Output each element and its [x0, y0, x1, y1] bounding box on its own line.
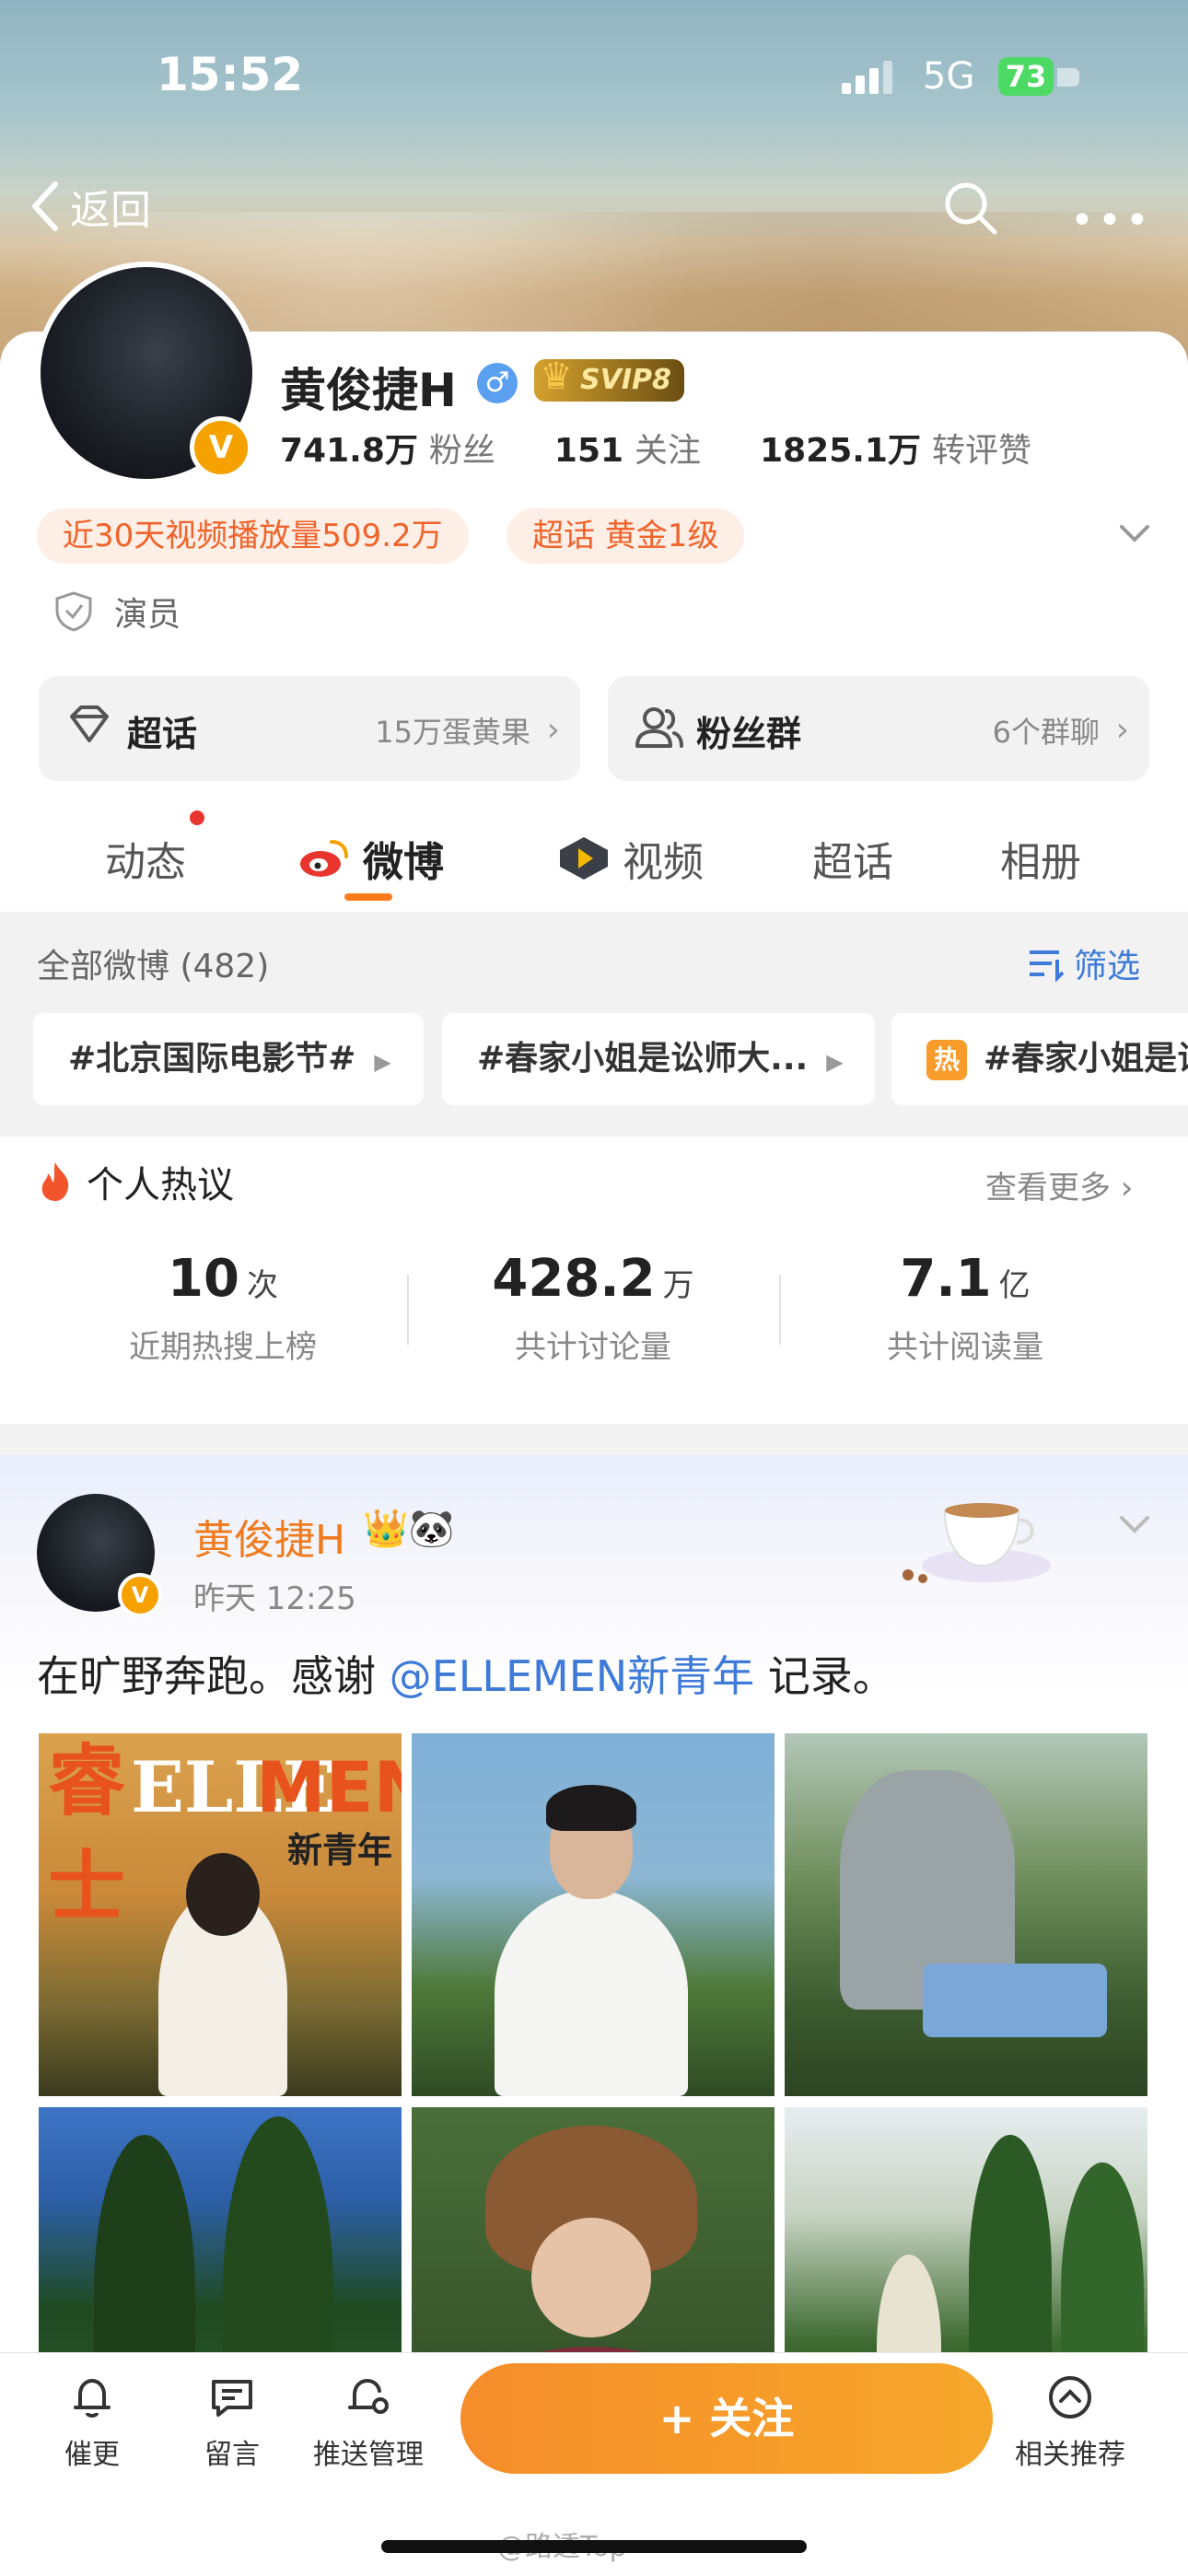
- chat-icon: [212, 2380, 252, 2417]
- hashtag-chip[interactable]: #春家小姐是讼师大... ▶: [442, 1013, 875, 1105]
- post-photo[interactable]: [412, 1733, 775, 2096]
- bell-settings-icon: [348, 2378, 389, 2414]
- video-icon: [560, 837, 608, 880]
- stat-interactions[interactable]: 1825.1万 转评赞: [760, 424, 1031, 472]
- coffee-cup-icon: [903, 1503, 1051, 1583]
- video-plays-pill[interactable]: 近30天视频播放量509.2万: [37, 508, 469, 564]
- signal-icon: [842, 59, 893, 94]
- recommend-label: 相关推荐: [1015, 2439, 1125, 2471]
- filter-button[interactable]: 筛选: [1026, 939, 1140, 987]
- fire-icon: [41, 1162, 69, 1201]
- tab-video[interactable]: 视频: [556, 829, 704, 888]
- role-row: 演员: [53, 588, 181, 635]
- stat-following[interactable]: 151 关注: [554, 424, 701, 472]
- tab-dynamic[interactable]: 动态: [105, 829, 186, 888]
- hashtag-label: #北京国际电影节#: [68, 1040, 356, 1078]
- push-settings-label: 推送管理: [313, 2439, 424, 2471]
- message-label: 留言: [204, 2439, 260, 2471]
- more-icon[interactable]: •••: [1070, 197, 1153, 244]
- tab-video-label: 视频: [623, 839, 704, 886]
- chevron-down-icon[interactable]: [1114, 516, 1155, 553]
- supertopic-sub: 15万蛋黄果: [375, 715, 530, 750]
- people-icon: [635, 707, 683, 748]
- metric-trending: 10 次 近期热搜上榜: [129, 1249, 317, 1366]
- shield-icon: [55, 591, 92, 632]
- post-time: 昨天 12:25: [193, 1580, 356, 1617]
- post-photo[interactable]: [785, 1733, 1147, 2096]
- back-label: 返回: [70, 187, 151, 234]
- network-label: 5G: [923, 55, 975, 98]
- crown-icon: ♛: [540, 356, 573, 398]
- role-label: 演员: [114, 596, 181, 634]
- message-button[interactable]: 留言: [204, 2372, 260, 2472]
- metric-discussion: 428.2 万 共计讨论量: [492, 1249, 694, 1366]
- mention-link[interactable]: @ELLEMEN新青年: [390, 1651, 755, 1701]
- hot-badge: 热: [926, 1040, 967, 1080]
- bell-icon: [74, 2379, 111, 2418]
- remind-button[interactable]: 催更: [64, 2372, 120, 2472]
- search-icon[interactable]: [941, 179, 1000, 238]
- fan-group-label: 粉丝群: [696, 714, 802, 754]
- tab-weibo[interactable]: 微博: [297, 829, 444, 888]
- hot-title-label: 个人热议: [87, 1164, 234, 1206]
- all-posts-header: 全部微博 (482): [37, 948, 270, 985]
- metric-reads: 7.1 亿 共计阅读量: [887, 1249, 1043, 1366]
- post-author[interactable]: 黄俊捷H: [193, 1507, 345, 1566]
- tab-weibo-label: 微博: [363, 839, 444, 886]
- push-settings-button[interactable]: 推送管理: [313, 2372, 424, 2472]
- post-text: 在旷野奔跑。感谢 @ELLEMEN新青年 记录。: [37, 1651, 895, 1701]
- supertopic-label: 超话: [127, 714, 198, 754]
- status-time: 15:52: [157, 48, 304, 101]
- fan-group-button[interactable]: 粉丝群 6个群聊 ›: [608, 676, 1149, 781]
- profile-stats: 741.8万 粉丝 151 关注 1825.1万 转评赞: [280, 424, 1031, 472]
- see-more-link[interactable]: 查看更多 ›: [985, 1162, 1133, 1207]
- supertopic-button[interactable]: 超话 15万蛋黄果 ›: [39, 676, 580, 781]
- chevron-up-circle-icon: [1049, 2376, 1091, 2419]
- fan-group-sub: 6个群聊: [992, 715, 1100, 750]
- verified-badge: V: [118, 1573, 162, 1617]
- hashtag-chip[interactable]: #北京国际电影节# ▶: [33, 1013, 424, 1105]
- caret-right-icon: ▶: [826, 1049, 844, 1075]
- chevron-down-icon[interactable]: [1114, 1507, 1155, 1544]
- battery-tip: [1057, 68, 1079, 87]
- hashtag-label: #春家小姐是讼: [984, 1040, 1188, 1078]
- weibo-logo-icon: [300, 840, 348, 877]
- battery-icon: 73: [998, 57, 1054, 96]
- gender-male-icon: ♂: [477, 363, 518, 403]
- chevron-right-icon: ›: [546, 711, 560, 749]
- verified-badge: V: [190, 416, 252, 479]
- stat-fans[interactable]: 741.8万 粉丝: [280, 424, 495, 472]
- filter-icon: [1030, 950, 1065, 982]
- profile-name: 黄俊捷H: [280, 364, 457, 417]
- hashtag-label: #春家小姐是讼师大...: [477, 1040, 809, 1078]
- follow-button[interactable]: + 关注: [460, 2363, 993, 2474]
- notification-dot: [190, 810, 204, 825]
- hot-discussion-title: 个人热议: [37, 1155, 234, 1208]
- supertopic-level-pill[interactable]: 超话 黄金1级: [507, 508, 745, 564]
- back-button[interactable]: 返回: [28, 177, 151, 236]
- caret-right-icon: ▶: [374, 1049, 391, 1075]
- active-tab-indicator: [344, 893, 392, 901]
- chevron-left-icon: [32, 181, 58, 231]
- chevron-right-icon: ›: [1115, 711, 1129, 749]
- hashtag-chip[interactable]: 热 #春家小姐是讼: [891, 1013, 1188, 1105]
- remind-label: 催更: [64, 2439, 120, 2471]
- home-indicator[interactable]: [381, 2540, 807, 2553]
- diamond-icon: [70, 705, 109, 742]
- filter-label: 筛选: [1074, 948, 1141, 985]
- post-photo[interactable]: 睿 士 ELLE MEN 新青年: [39, 1733, 402, 2096]
- crown-panda-icon: 👑🐼: [363, 1508, 455, 1550]
- tab-supertopic[interactable]: 超话: [812, 829, 893, 888]
- recommend-button[interactable]: 相关推荐: [1015, 2372, 1125, 2472]
- profile-tabs: 动态 微博 视频 超话 相册: [0, 810, 1188, 912]
- tab-album[interactable]: 相册: [1000, 829, 1081, 888]
